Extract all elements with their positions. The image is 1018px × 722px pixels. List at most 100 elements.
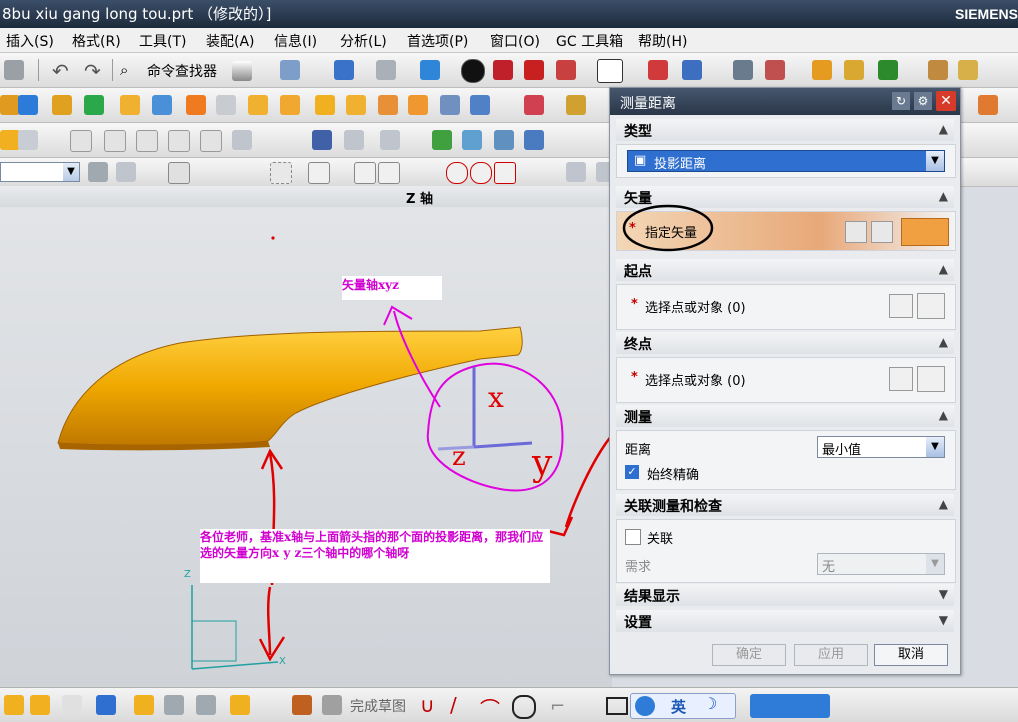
- associative-checkbox[interactable]: [625, 529, 641, 545]
- cancel-button[interactable]: 取消: [874, 644, 948, 666]
- close-icon[interactable]: ✕: [936, 91, 956, 111]
- sketch-tool-icon[interactable]: [4, 695, 24, 715]
- point-snap-icon[interactable]: [917, 366, 945, 392]
- database-icon[interactable]: [312, 130, 332, 150]
- start-section-header[interactable]: 起点 ▲: [616, 259, 954, 281]
- chevron-down-icon[interactable]: ▼: [926, 554, 944, 574]
- menu-analysis[interactable]: 分析(L): [340, 31, 387, 51]
- edit-section-icon[interactable]: [524, 60, 544, 80]
- associative-section-header[interactable]: 关联测量和检查 ▲: [616, 494, 954, 516]
- orient-view-icon[interactable]: [376, 60, 396, 80]
- extrude-icon[interactable]: [0, 95, 20, 115]
- hide-icon[interactable]: [928, 60, 948, 80]
- o-s-icon[interactable]: [136, 130, 158, 152]
- pattern-icon[interactable]: [315, 95, 335, 115]
- end-row[interactable]: * 选择点或对象 (0): [616, 357, 956, 403]
- chevron-down-icon[interactable]: ▼: [63, 163, 79, 181]
- blend-icon[interactable]: [186, 95, 206, 115]
- chamfer-icon[interactable]: [216, 95, 236, 115]
- trim-icon[interactable]: [378, 95, 398, 115]
- extra-tool-icon[interactable]: [978, 95, 998, 115]
- graphics-viewport[interactable]: x z y Z X 矢量轴xyz 各位老师，基准x轴与上面箭头指的那个面的投影距…: [0, 207, 612, 687]
- undo-icon[interactable]: ↶: [52, 59, 69, 83]
- check-icon[interactable]: [432, 130, 452, 150]
- analysis-icon[interactable]: [70, 130, 92, 152]
- vector-dialog-icon[interactable]: [871, 221, 893, 243]
- draft-icon[interactable]: [280, 95, 300, 115]
- chevron-down-icon[interactable]: ▼: [926, 151, 944, 171]
- menu-window[interactable]: 窗口(O): [490, 31, 540, 51]
- menu-preferences[interactable]: 首选项(P): [407, 31, 468, 51]
- part-icon[interactable]: [230, 695, 250, 715]
- grid-pattern-icon[interactable]: [322, 695, 342, 715]
- requirement-dropdown[interactable]: 无 ▼: [817, 553, 945, 575]
- select-icon[interactable]: [116, 162, 136, 182]
- datum-icon[interactable]: [52, 95, 72, 115]
- always-accurate-checkbox[interactable]: ✓: [625, 465, 639, 479]
- revolve-icon[interactable]: [18, 95, 38, 115]
- curve-icon[interactable]: [0, 130, 20, 150]
- tree-icon[interactable]: [196, 695, 216, 715]
- menu-insert[interactable]: 插入(S): [6, 31, 54, 51]
- menu-info[interactable]: 信息(I): [274, 31, 317, 51]
- fillet-icon[interactable]: ⌐: [550, 696, 565, 717]
- point-icon[interactable]: [84, 95, 104, 115]
- end-section-header[interactable]: 终点 ▲: [616, 332, 954, 354]
- surface-icon[interactable]: [440, 95, 460, 115]
- settings-section-header[interactable]: 设置 ▼: [616, 610, 954, 632]
- dimension-icon[interactable]: [62, 695, 82, 715]
- apply-button[interactable]: 应用: [794, 644, 868, 666]
- mesh-icon[interactable]: [470, 95, 490, 115]
- selection-icon[interactable]: [844, 60, 864, 80]
- midpoint-icon[interactable]: [378, 162, 400, 184]
- chevron-down-icon[interactable]: ▼: [926, 437, 944, 457]
- curvature-icon[interactable]: [232, 130, 252, 150]
- select-box-icon[interactable]: [168, 162, 190, 184]
- g-h-icon[interactable]: [168, 130, 190, 152]
- spring-icon[interactable]: [344, 130, 364, 150]
- gear-icon[interactable]: ⚙: [914, 92, 932, 110]
- block-icon[interactable]: [120, 95, 140, 115]
- assembly-icon[interactable]: [682, 60, 702, 80]
- shaded-cube-icon[interactable]: [420, 60, 440, 80]
- move-icon[interactable]: [648, 60, 668, 80]
- paste-icon[interactable]: [4, 60, 24, 80]
- type-dropdown[interactable]: ▣ 投影距离 ▼: [627, 150, 945, 172]
- sketch-view-icon[interactable]: [96, 695, 116, 715]
- start-row[interactable]: * 选择点或对象 (0): [616, 284, 956, 330]
- table-icon[interactable]: [494, 130, 514, 150]
- offset-icon[interactable]: [346, 95, 366, 115]
- constraint-icon[interactable]: [30, 695, 50, 715]
- filter-icon[interactable]: [88, 162, 108, 182]
- reset-icon[interactable]: ↻: [892, 92, 910, 110]
- ime-toolbar[interactable]: 英 ☽: [630, 693, 736, 719]
- rectangle-select-icon[interactable]: [270, 162, 292, 184]
- type-filter-dropdown[interactable]: ▼: [0, 162, 80, 182]
- clip-icon[interactable]: [134, 695, 154, 715]
- axes-tool-icon[interactable]: [524, 130, 544, 150]
- ok-button[interactable]: 确定: [712, 644, 786, 666]
- play-icon[interactable]: [878, 60, 898, 80]
- profile-icon[interactable]: ∪: [420, 693, 435, 717]
- quadrant-icon[interactable]: [470, 162, 492, 184]
- ime-tools[interactable]: [750, 694, 830, 718]
- snap-points-icon[interactable]: [308, 162, 330, 184]
- g-s-icon[interactable]: [104, 130, 126, 152]
- finish-sketch-button[interactable]: 完成草图: [350, 696, 406, 716]
- vector-inferred-dropdown[interactable]: [901, 218, 949, 246]
- section-view-icon[interactable]: [493, 60, 513, 80]
- finish-sketch-icon[interactable]: [292, 695, 312, 715]
- layer-color-icon[interactable]: [597, 59, 623, 83]
- wcs-icon[interactable]: [765, 60, 785, 80]
- menu-gc-toolbox[interactable]: GC 工具箱: [556, 31, 623, 51]
- center-icon[interactable]: [446, 162, 468, 184]
- circle-icon[interactable]: [512, 695, 536, 719]
- results-section-header[interactable]: 结果显示 ▼: [616, 584, 954, 606]
- reverse-direction-icon[interactable]: [845, 221, 867, 243]
- point-snap-icon[interactable]: [917, 293, 945, 319]
- fit-view-icon[interactable]: [334, 60, 354, 80]
- command-finder-button[interactable]: 命令查找器: [147, 61, 217, 81]
- clip-section-icon[interactable]: [556, 60, 576, 80]
- feature-icon[interactable]: [524, 95, 544, 115]
- snap-icon[interactable]: [812, 60, 832, 80]
